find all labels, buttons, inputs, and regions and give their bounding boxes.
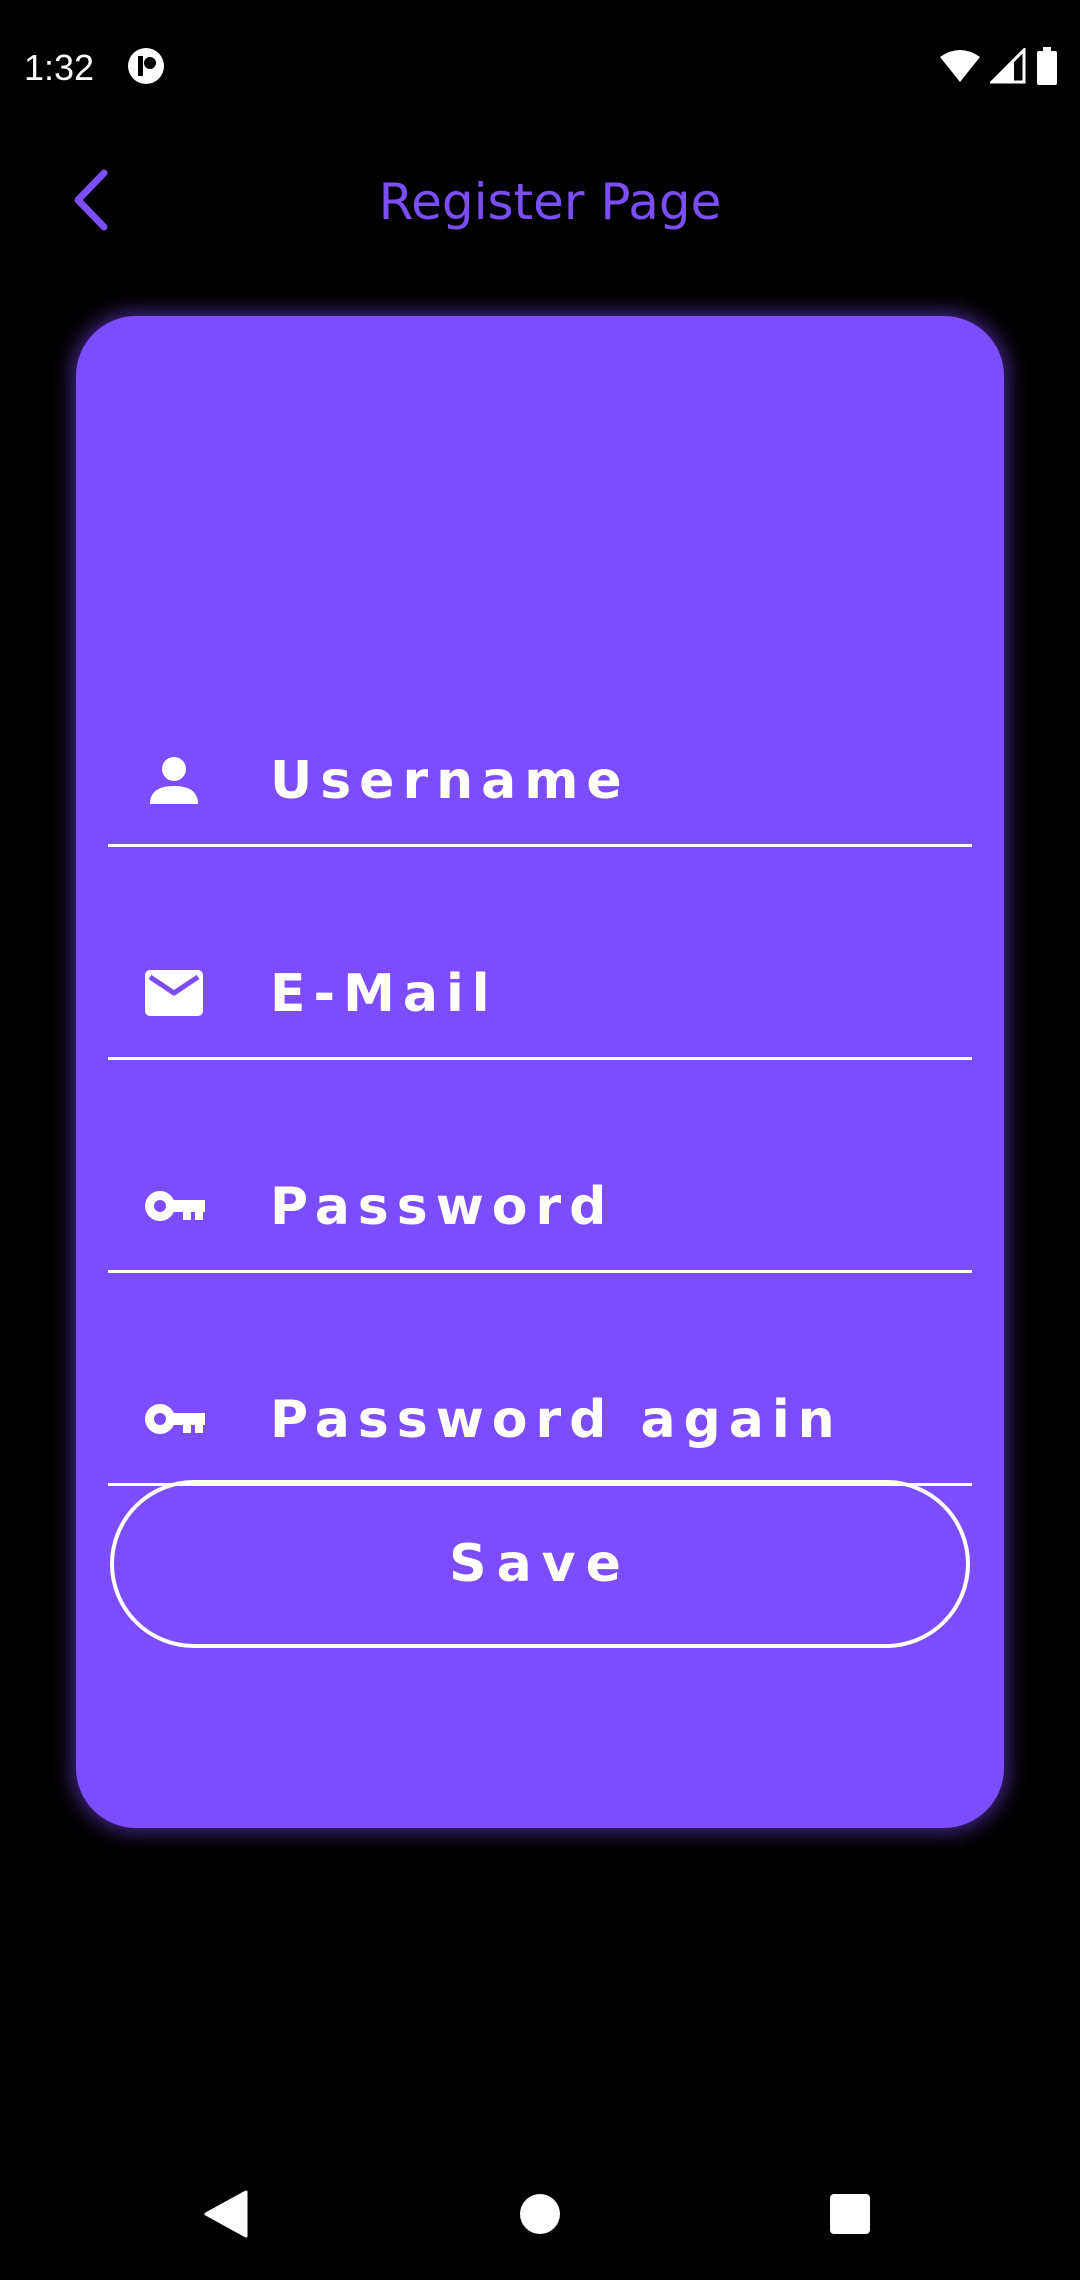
nav-recents-button[interactable]	[820, 2184, 880, 2244]
username-field[interactable]: Username	[108, 704, 972, 847]
chevron-left-icon	[74, 169, 108, 231]
signal-icon	[990, 48, 1026, 84]
app-bar: Register Page	[0, 132, 1080, 272]
battery-icon	[1037, 47, 1057, 85]
password-field[interactable]: Password	[108, 1130, 972, 1273]
page-title: Register Page	[378, 173, 722, 231]
person-icon	[142, 748, 206, 812]
email-placeholder: E-Mail	[270, 964, 498, 1024]
save-button[interactable]: Save	[110, 1480, 970, 1648]
key-icon	[142, 1174, 206, 1238]
password-again-placeholder: Password again	[270, 1390, 843, 1450]
back-button[interactable]	[50, 160, 130, 240]
system-nav-bar	[0, 2148, 1080, 2280]
password-again-field[interactable]: Password again	[108, 1343, 972, 1486]
status-bar: 1:32	[0, 0, 1080, 132]
mail-icon	[142, 961, 206, 1025]
status-time: 1:32	[24, 47, 95, 88]
key-icon	[142, 1387, 206, 1451]
email-field[interactable]: E-Mail	[108, 917, 972, 1060]
app-notification-icon	[126, 46, 166, 86]
nav-home-button[interactable]	[510, 2184, 570, 2244]
status-icons	[940, 46, 1058, 86]
register-card: Username E-Mail Password Password again …	[76, 316, 1004, 1828]
square-recents-icon	[830, 2194, 870, 2234]
nav-back-button[interactable]	[196, 2184, 256, 2244]
username-placeholder: Username	[270, 751, 630, 811]
circle-home-icon	[520, 2194, 560, 2234]
password-placeholder: Password	[270, 1177, 615, 1237]
wifi-icon	[940, 50, 980, 82]
triangle-back-icon	[204, 2190, 248, 2238]
